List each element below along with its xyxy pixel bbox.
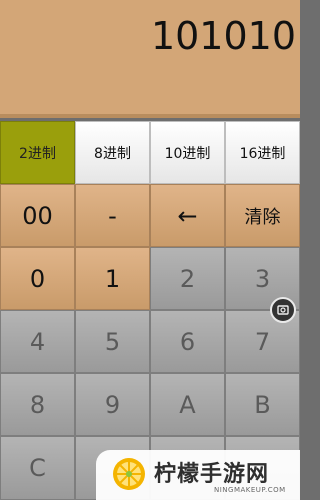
base-8-label: 8进制 [94,145,131,162]
base-8-button[interactable]: 8进制 [75,121,150,184]
hex-a-button[interactable]: A [150,373,225,436]
minus-label: - [108,201,117,230]
minus-button[interactable]: - [75,184,150,247]
digit-4-button[interactable]: 4 [0,310,75,373]
backspace-label: ← [177,201,198,230]
hex-a-label: A [179,390,196,419]
base-16-label: 16进制 [239,145,286,162]
digit-0-button[interactable]: 0 [0,247,75,310]
digit-5-button[interactable]: 5 [75,310,150,373]
screenshot-icon[interactable] [270,297,296,323]
digit-3-label: 3 [254,264,271,293]
camera-icon [277,305,289,315]
hex-c-label: C [29,454,46,482]
base-2-button[interactable]: 2进制 [0,121,75,184]
hex-c-button[interactable]: C [0,436,75,500]
digit-9-button[interactable]: 9 [75,373,150,436]
keypad: 2进制 8进制 10进制 16进制 00 - ← 清除 0 1 2 3 4 5 … [0,121,300,500]
digit-6-label: 6 [179,327,196,356]
digit-7-label: 7 [254,327,271,356]
digit-5-label: 5 [104,327,121,356]
watermark-url: NINGMAKEUP.COM [214,486,286,494]
lemon-logo-icon [113,458,145,490]
base-2-label: 2进制 [19,145,56,162]
digit-1-label: 1 [104,264,121,293]
clear-label: 清除 [244,206,281,228]
digit-2-button[interactable]: 2 [150,247,225,310]
digit-8-label: 8 [29,390,46,419]
double-zero-label: 00 [22,201,53,230]
backspace-button[interactable]: ← [150,184,225,247]
hex-b-button[interactable]: B [225,373,300,436]
watermark-title: 柠檬手游网 [154,462,270,487]
digit-2-label: 2 [179,264,196,293]
base-10-label: 10进制 [164,145,211,162]
display-value: 101010 [150,14,296,58]
base-10-button[interactable]: 10进制 [150,121,225,184]
base-16-button[interactable]: 16进制 [225,121,300,184]
result-display: 101010 [0,0,300,118]
digit-0-label: 0 [29,264,46,293]
digit-6-button[interactable]: 6 [150,310,225,373]
watermark-banner: 柠檬手游网 NINGMAKEUP.COM [96,450,300,500]
digit-8-button[interactable]: 8 [0,373,75,436]
digit-4-label: 4 [29,327,46,356]
digit-1-button[interactable]: 1 [75,247,150,310]
digit-9-label: 9 [104,390,121,419]
clear-button[interactable]: 清除 [225,184,300,247]
hex-b-label: B [254,390,271,419]
double-zero-button[interactable]: 00 [0,184,75,247]
